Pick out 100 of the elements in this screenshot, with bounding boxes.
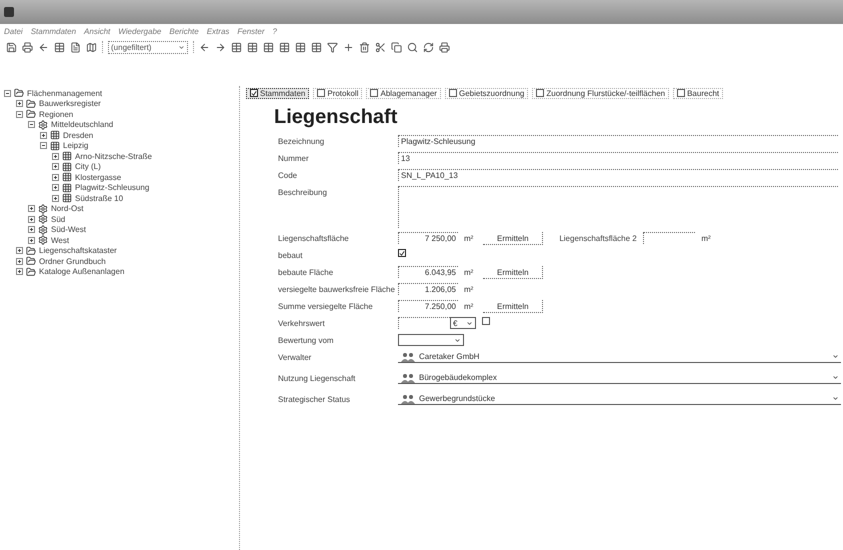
currency-dropdown[interactable]: €	[450, 317, 476, 329]
tree-item[interactable]: Arno-Nitzsche-Straße	[75, 152, 152, 161]
menu-item[interactable]: Ansicht	[84, 26, 110, 36]
calculate-button[interactable]: Ermitteln	[483, 266, 544, 279]
expand-icon[interactable]	[52, 174, 59, 181]
tab[interactable]: Baurecht	[673, 88, 724, 98]
expand-icon[interactable]	[16, 100, 23, 108]
collapse-icon[interactable]	[16, 110, 23, 118]
toolbar-icon[interactable]	[263, 42, 274, 52]
tree-item[interactable]: West	[51, 236, 70, 245]
expand-icon[interactable]	[40, 132, 47, 139]
tree-item[interactable]: Dresden	[63, 130, 94, 140]
menu-item[interactable]: Stammdaten	[30, 26, 76, 36]
toolbar-icon[interactable]	[86, 42, 97, 52]
toolbar-icon[interactable]	[70, 42, 81, 52]
expand-icon[interactable]	[28, 205, 35, 212]
tree-item[interactable]: Klostergasse	[75, 172, 122, 182]
tree-item[interactable]: Süd	[51, 214, 66, 224]
tree-item[interactable]: City (L)	[75, 162, 101, 172]
tab[interactable]: Zuordnung Flurstücke/-teilflächen	[532, 88, 670, 98]
lookup-dropdown[interactable]: Bürogebäudekomplex	[398, 372, 841, 384]
toolbar-icon[interactable]	[375, 42, 386, 52]
toolbar-icon[interactable]	[199, 42, 210, 52]
text-field[interactable]: Plagwitz-Schleusung	[398, 135, 838, 147]
lookup-dropdown[interactable]: Gewerbegrundstücke	[398, 393, 841, 405]
tab[interactable]: Stammdaten	[246, 88, 310, 98]
expand-icon[interactable]	[16, 268, 23, 276]
toolbar-icon[interactable]	[327, 42, 338, 52]
expand-icon[interactable]	[52, 194, 59, 202]
toolbar-icon[interactable]	[38, 42, 49, 52]
toolbar-icon[interactable]	[423, 42, 434, 52]
grid-icon	[62, 162, 72, 172]
tree-item[interactable]: Plagwitz-Schleusung	[75, 183, 150, 192]
tree-item[interactable]: Flächenmanagement	[27, 88, 102, 98]
number-field[interactable]: 1.206,05	[398, 283, 458, 295]
tree-item[interactable]: Mitteldeutschland	[51, 120, 114, 130]
toolbar-icon[interactable]	[439, 42, 450, 52]
number-field[interactable]: 6.043,95	[398, 266, 458, 278]
date-dropdown[interactable]	[398, 334, 464, 346]
tab[interactable]: Ablagemanager	[366, 88, 441, 98]
toolbar-icon[interactable]	[343, 42, 354, 52]
number-field[interactable]	[398, 317, 450, 329]
checkbox[interactable]	[370, 89, 378, 97]
tree-item[interactable]: Leipzig	[63, 141, 88, 150]
checkbox[interactable]	[398, 249, 406, 257]
toolbar-icon[interactable]	[279, 42, 290, 52]
number-field[interactable]	[643, 232, 696, 244]
collapse-icon[interactable]	[28, 121, 35, 128]
expand-icon[interactable]	[52, 163, 59, 170]
collapse-icon[interactable]	[40, 142, 47, 150]
tree-item[interactable]: Süd-West	[51, 225, 86, 234]
checkbox[interactable]	[448, 89, 457, 97]
expand-icon[interactable]	[28, 236, 35, 244]
menu-item[interactable]: Berichte	[169, 26, 199, 36]
toolbar-icon[interactable]	[54, 42, 65, 52]
toolbar-icon[interactable]	[22, 42, 33, 52]
expand-icon[interactable]	[52, 152, 59, 160]
calculate-button[interactable]: Ermitteln	[483, 300, 544, 313]
expand-icon[interactable]	[28, 226, 35, 234]
checkbox[interactable]	[482, 317, 490, 325]
toolbar-icon[interactable]	[215, 42, 226, 52]
toolbar-icon[interactable]	[295, 42, 306, 52]
toolbar-icon[interactable]	[311, 42, 322, 52]
tree-item[interactable]: Nord-Ost	[51, 204, 84, 214]
tree-item[interactable]: Ordner Grundbuch	[39, 256, 106, 266]
toolbar-icon[interactable]	[391, 42, 402, 52]
number-field[interactable]: 7 250,00	[398, 232, 458, 244]
lookup-dropdown[interactable]: Caretaker GmbH	[398, 351, 841, 363]
checkbox[interactable]	[317, 89, 326, 97]
expand-icon[interactable]	[28, 216, 35, 223]
filter-dropdown[interactable]: (ungefiltert)	[108, 40, 188, 54]
checkbox[interactable]	[250, 89, 258, 97]
collapse-icon[interactable]	[4, 90, 11, 97]
tab[interactable]: Gebietszuordnung	[444, 88, 528, 98]
tree-item[interactable]: Südstraße 10	[75, 194, 124, 203]
tree-item[interactable]: Bauwerksregister	[39, 99, 101, 108]
expand-icon[interactable]	[52, 184, 59, 192]
tab[interactable]: Protokoll	[313, 88, 362, 98]
menu-item[interactable]: ?	[272, 26, 277, 36]
menu-item[interactable]: Fenster	[237, 26, 265, 36]
number-field[interactable]: 7.250,00	[398, 300, 458, 312]
tree-item[interactable]: Regionen	[39, 110, 74, 119]
text-field[interactable]: SN_L_PA10_13	[398, 169, 838, 181]
toolbar-icon[interactable]	[407, 42, 418, 52]
text-field[interactable]: 13	[398, 152, 838, 164]
calculate-button[interactable]: Ermitteln	[483, 232, 544, 245]
tree-item[interactable]: Liegenschaftskataster	[39, 246, 117, 256]
checkbox[interactable]	[536, 89, 544, 97]
expand-icon[interactable]	[16, 258, 23, 265]
toolbar-icon[interactable]	[6, 42, 17, 52]
field-label: Nutzung Liegenschaft	[278, 373, 356, 383]
toolbar-icon[interactable]	[359, 42, 370, 52]
menu-item[interactable]: Extras	[206, 26, 230, 36]
toolbar-icon[interactable]	[247, 42, 258, 52]
expand-icon[interactable]	[16, 247, 23, 254]
tree-item[interactable]: Kataloge Außenanlagen	[39, 267, 124, 276]
checkbox[interactable]	[677, 89, 686, 97]
menu-item[interactable]: Datei	[4, 26, 23, 36]
menu-item[interactable]: Wiedergabe	[118, 26, 162, 36]
toolbar-icon[interactable]	[231, 42, 242, 52]
